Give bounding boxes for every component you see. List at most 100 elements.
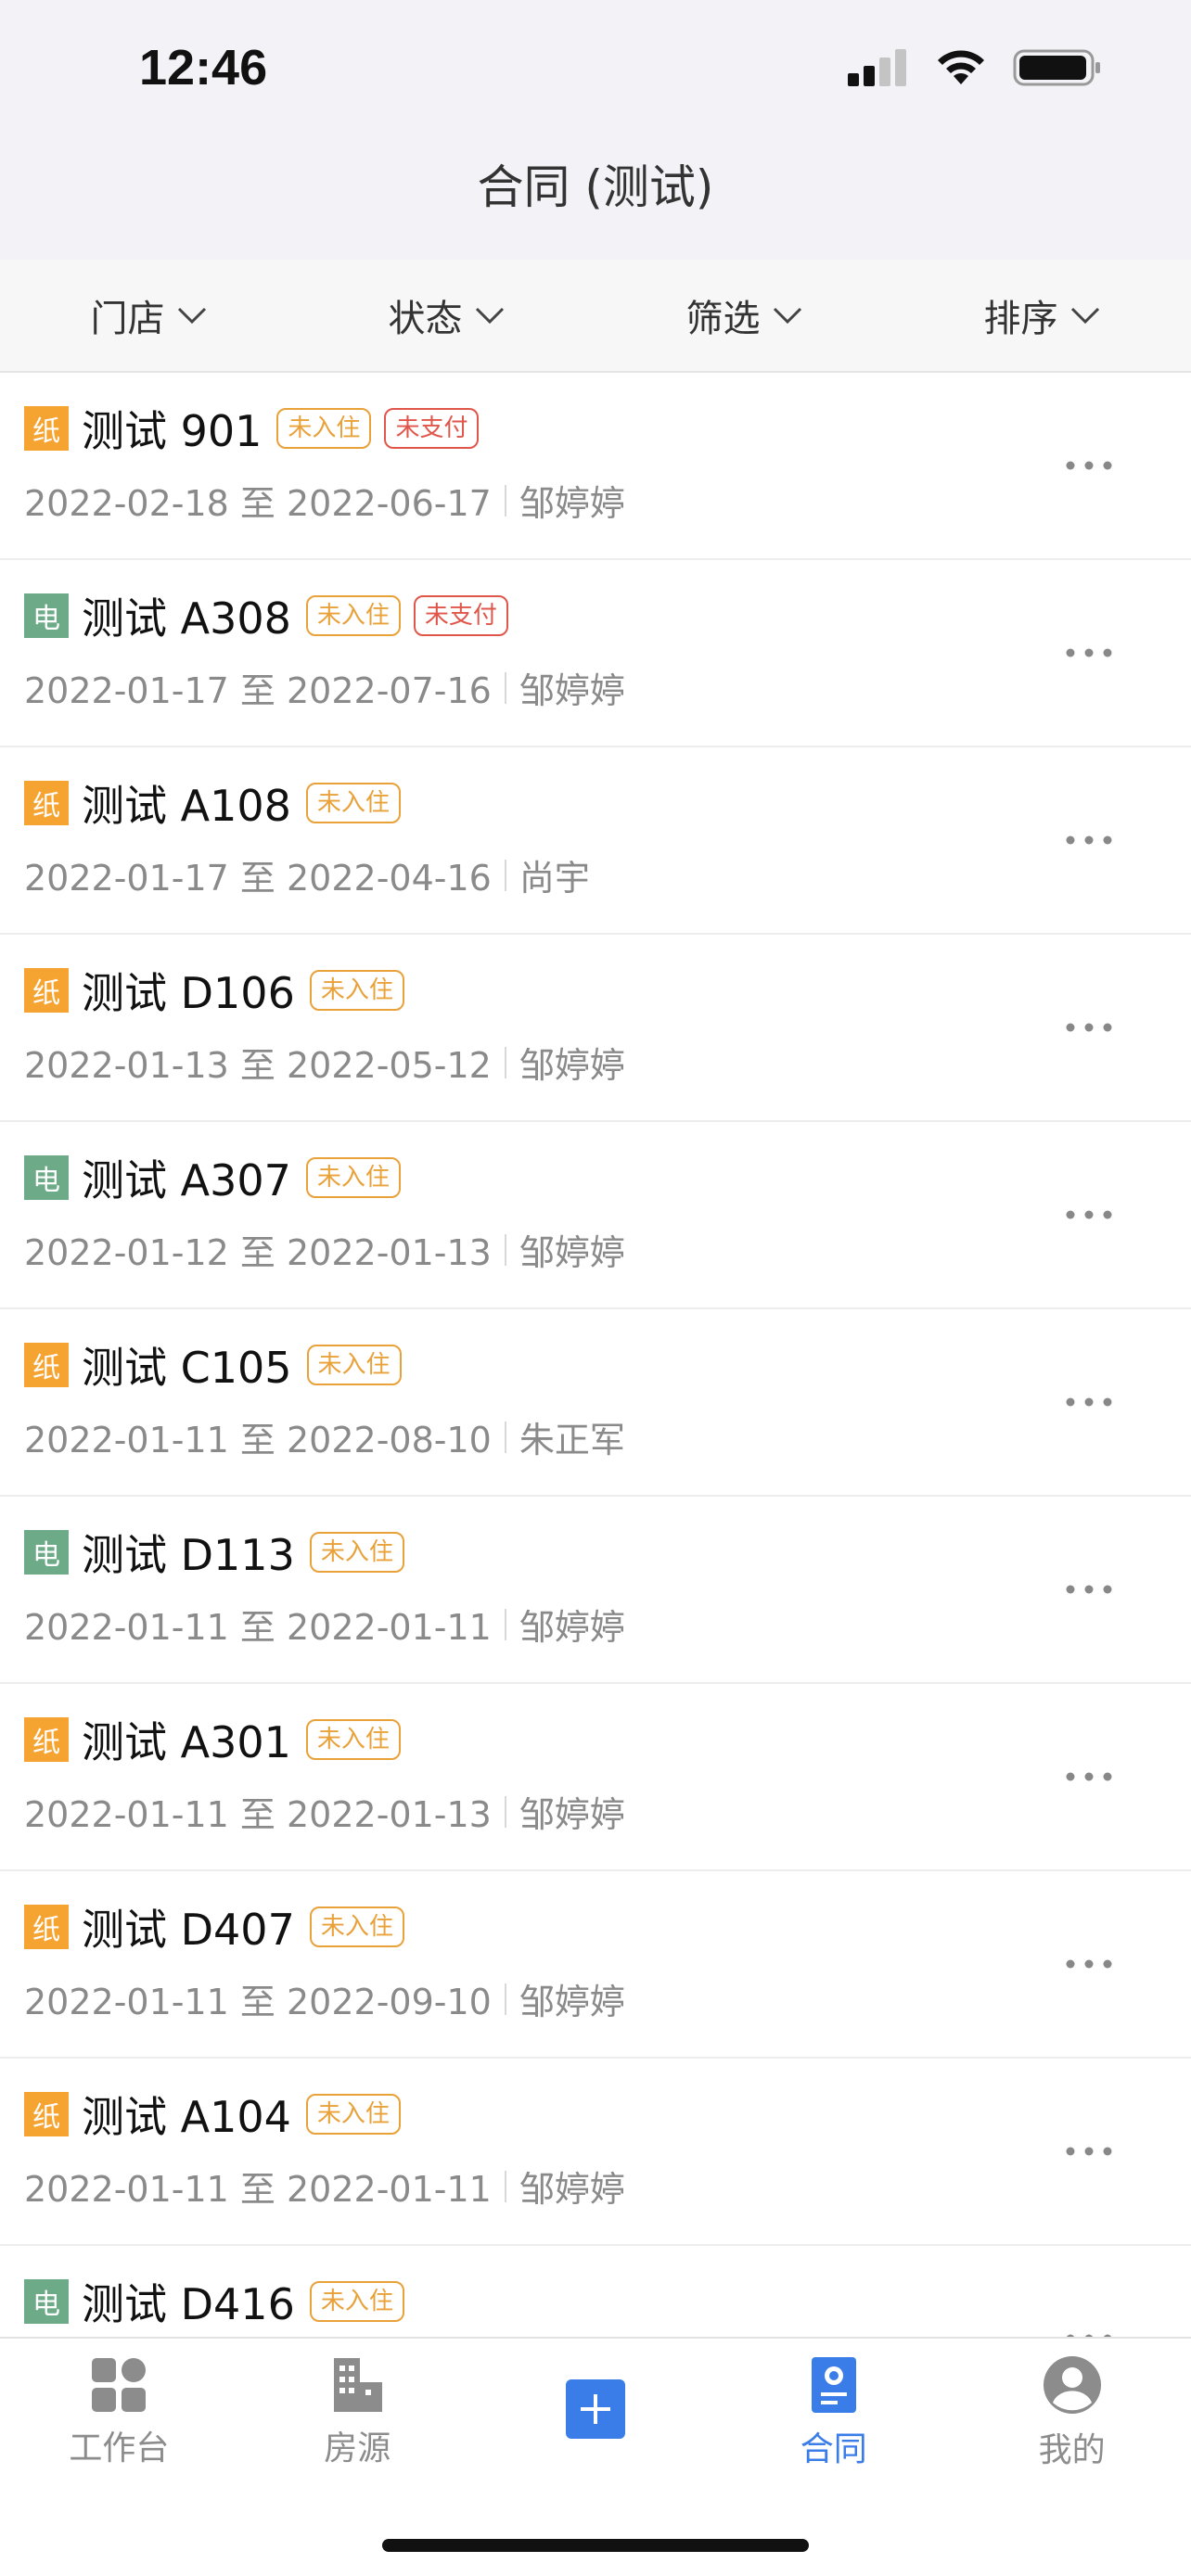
grid-apps-icon [92,2358,147,2412]
contract-person: 尚宇 [519,858,590,899]
contract-person: 邹婷婷 [519,483,625,524]
contract-dates: 2022-01-12 至 2022-01-13 [24,1232,492,1273]
contract-row[interactable]: 纸测试 901 未入住 未支付 2022-02-18 至 2022-06-17 邹婷婷 [0,373,1191,560]
contract-row[interactable]: 纸测试 C105 未入住 2022-01-11 至 2022-08-10 朱正军 [0,1309,1191,1497]
tab-contracts-label: 合同 [800,2430,867,2468]
divider [504,1233,506,1266]
status-time: 12:46 [139,40,268,96]
divider [504,2170,506,2202]
contract-name: 测试 A104 [82,2092,291,2142]
contract-dates: 2022-01-11 至 2022-09-10 [24,1982,492,2022]
filter-status[interactable]: 状态 [298,260,596,371]
cellular-signal-icon [848,49,906,86]
contract-row[interactable]: 电测试 D113 未入住 2022-01-11 至 2022-01-11 邹婷婷 [0,1497,1191,1684]
divider [504,671,506,704]
contract-row[interactable]: 纸测试 A104 未入住 2022-01-11 至 2022-01-11 邹婷婷 [0,2059,1191,2246]
status-icons [848,45,1102,91]
chevron-down-icon [475,307,504,325]
filter-sort[interactable]: 排序 [893,260,1191,371]
contract-list: 纸测试 901 未入住 未支付 2022-02-18 至 2022-06-17 邹婷婷电… [0,373,1191,2337]
more-options-icon[interactable] [1061,822,1117,859]
contract-type-badge: 纸 [24,406,69,451]
contract-row-subtitle: 2022-01-11 至 2022-08-10 朱正军 [24,1411,625,1462]
filter-store-label: 门店 [90,298,165,340]
contract-row-title: 纸测试 D407 未入住 [24,1899,417,1955]
not-checked-in-tag: 未入住 [309,1532,404,1573]
more-options-icon[interactable] [1061,1758,1117,1795]
divider [504,1608,506,1640]
more-options-icon[interactable] [1061,2133,1117,2170]
not-checked-in-tag: 未入住 [305,1719,401,1760]
contract-row[interactable]: 电测试 A307 未入住 2022-01-12 至 2022-01-13 邹婷婷 [0,1122,1191,1309]
more-options-icon[interactable] [1061,1945,1117,1983]
filter-status-label: 状态 [388,298,463,340]
contract-row[interactable]: 电测试 D416 未入住 [0,2246,1191,2337]
contract-type-badge: 纸 [24,1905,69,1949]
contract-row-title: 纸测试 C105 未入住 [24,1337,415,1393]
contract-row-subtitle: 2022-01-11 至 2022-01-11 邹婷婷 [24,1599,625,1650]
contract-row[interactable]: 纸测试 A301 未入住 2022-01-11 至 2022-01-13 邹婷婷 [0,1684,1191,1871]
more-options-icon[interactable] [1061,1384,1117,1421]
contract-row[interactable]: 纸测试 D106 未入住 2022-01-13 至 2022-05-12 邹婷婷 [0,935,1191,1122]
contract-row[interactable]: 纸测试 D407 未入住 2022-01-11 至 2022-09-10 邹婷婷 [0,1871,1191,2059]
contract-row-title: 电测试 D416 未入住 [24,2274,417,2329]
tab-workbench[interactable]: 工作台 [0,2339,238,2487]
contract-type-badge: 电 [24,2279,69,2324]
plus-icon [565,2379,625,2439]
filter-bar: 门店 状态 筛选 排序 [0,260,1191,373]
more-options-icon[interactable] [1061,447,1117,484]
tab-listings[interactable]: 房源 [238,2339,477,2487]
building-icon [334,2358,383,2412]
contract-name: 测试 D113 [82,1530,295,1580]
nav-bar: 合同 (测试) [0,139,1191,260]
contract-row[interactable]: 电测试 A308 未入住 未支付 2022-01-17 至 2022-07-16 邹婷婷 [0,560,1191,747]
not-checked-in-tag: 未入住 [305,595,401,636]
tab-add[interactable] [477,2339,715,2487]
unpaid-tag: 未支付 [413,595,508,636]
divider [504,1046,506,1078]
tab-me[interactable]: 我的 [953,2339,1191,2487]
tab-workbench-label: 工作台 [69,2429,170,2468]
filter-sort-label: 排序 [983,298,1058,340]
contract-dates: 2022-01-11 至 2022-01-13 [24,1794,492,1835]
contract-dates: 2022-02-18 至 2022-06-17 [24,483,492,524]
more-options-icon[interactable] [1061,1196,1117,1233]
home-indicator [382,2539,809,2552]
contract-type-badge: 纸 [24,2092,69,2136]
more-options-icon[interactable] [1061,1009,1117,1046]
filter-store[interactable]: 门店 [0,260,298,371]
contract-row-subtitle: 2022-01-11 至 2022-01-11 邹婷婷 [24,2161,625,2212]
contract-row-title: 纸测试 D106 未入住 [24,963,417,1018]
divider [504,1795,506,1828]
unpaid-tag: 未支付 [384,408,480,449]
contract-name: 测试 901 [82,406,263,456]
contract-type-badge: 电 [24,1155,69,1200]
contract-name: 测试 C105 [82,1343,292,1393]
contract-type-badge: 纸 [24,1717,69,1762]
not-checked-in-tag: 未入住 [309,2281,404,2322]
not-checked-in-tag: 未入住 [305,1157,401,1198]
contract-name: 测试 A308 [82,593,291,644]
filter-filter[interactable]: 筛选 [596,260,893,371]
contract-row-subtitle: 2022-02-18 至 2022-06-17 邹婷婷 [24,475,625,526]
tab-contracts[interactable]: 合同 [714,2339,953,2487]
tab-listings-label: 房源 [324,2429,391,2468]
contract-person: 邹婷婷 [519,1607,625,1648]
contract-type-badge: 纸 [24,968,69,1013]
more-options-icon[interactable] [1061,634,1117,671]
not-checked-in-tag: 未入住 [309,1906,404,1947]
contract-row[interactable]: 纸测试 A108 未入住 2022-01-17 至 2022-04-16 尚宇 [0,747,1191,935]
not-checked-in-tag: 未入住 [305,2094,401,2135]
contract-person: 邹婷婷 [519,1982,625,2022]
contract-name: 测试 A108 [82,781,291,831]
chevron-down-icon [177,307,206,325]
contract-row-subtitle: 2022-01-17 至 2022-04-16 尚宇 [24,849,590,900]
divider [504,484,506,516]
contract-type-badge: 电 [24,593,69,638]
status-bar: 12:46 [0,0,1191,139]
contract-name: 测试 A307 [82,1155,291,1205]
more-options-icon[interactable] [1061,1571,1117,1608]
divider [504,859,506,891]
chevron-down-icon [773,307,801,325]
more-options-icon[interactable] [1061,2320,1117,2337]
